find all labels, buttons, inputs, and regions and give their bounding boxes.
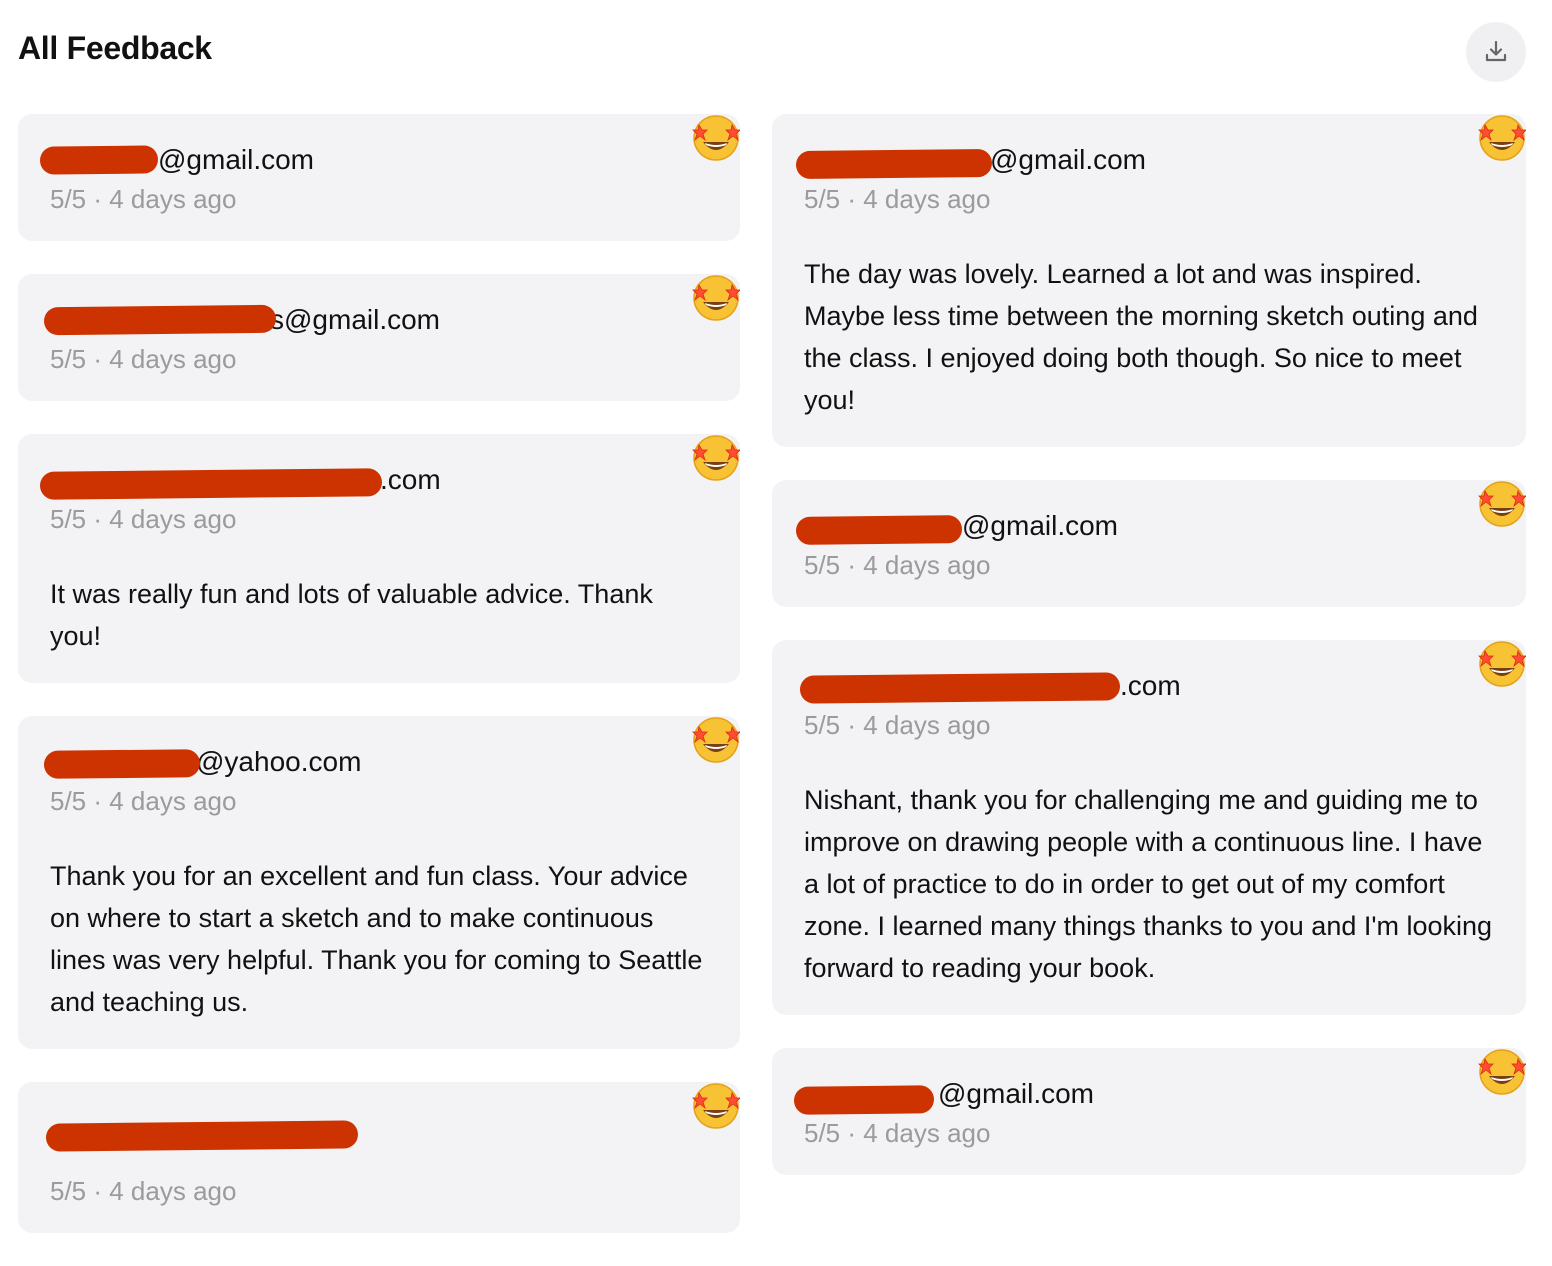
page-title: All Feedback xyxy=(18,30,212,66)
page-header: All Feedback xyxy=(18,22,1526,82)
email-row: @gmail.com xyxy=(795,504,1494,548)
star-struck-emoji-icon xyxy=(692,275,740,321)
feedback-card[interactable]: 5/5 · 4 days ago xyxy=(18,1082,740,1233)
redaction-mark xyxy=(39,145,159,175)
email-address: @gmail.com xyxy=(938,1078,1095,1109)
feedback-comment: It was really fun and lots of valuable a… xyxy=(50,579,653,651)
rating-meta: 5/5 · 4 days ago xyxy=(50,504,237,534)
redaction-mark xyxy=(793,1085,935,1115)
feedback-comment: Thank you for an excellent and fun class… xyxy=(50,861,703,1017)
email-row: s@gmail.com xyxy=(43,298,708,342)
email-address: @gmail.com xyxy=(158,144,315,175)
redaction-mark xyxy=(795,148,993,180)
rating-meta: 5/5 · 4 days ago xyxy=(50,1176,237,1206)
feedback-card[interactable]: s@gmail.com 5/5 · 4 days ago xyxy=(18,274,740,401)
star-struck-emoji-icon xyxy=(692,1083,740,1129)
feedback-column-left: @gmail.com 5/5 · 4 days ago s@gmail.com … xyxy=(18,114,740,1266)
feedback-card[interactable]: @gmail.com 5/5 · 4 days ago xyxy=(772,1048,1526,1175)
star-struck-emoji-icon xyxy=(692,717,740,763)
feedback-card[interactable]: @gmail.com 5/5 · 4 days ago xyxy=(18,114,740,241)
feedback-card[interactable]: @gmail.com 5/5 · 4 days ago The day was … xyxy=(772,114,1526,447)
rating-meta: 5/5 · 4 days ago xyxy=(50,184,237,214)
feedback-column-right: @gmail.com 5/5 · 4 days ago The day was … xyxy=(772,114,1526,1208)
rating-meta: 5/5 · 4 days ago xyxy=(804,1118,991,1148)
rating-meta: 5/5 · 4 days ago xyxy=(50,786,237,816)
email-address: @yahoo.com xyxy=(196,746,362,777)
star-struck-emoji-icon xyxy=(1478,481,1526,527)
rating-meta: 5/5 · 4 days ago xyxy=(804,710,991,740)
redaction-mark xyxy=(799,672,1121,704)
download-icon xyxy=(1485,40,1507,62)
redaction-mark xyxy=(45,1120,359,1152)
email-address: @gmail.com xyxy=(962,510,1119,541)
star-struck-emoji-icon xyxy=(1478,1049,1526,1095)
email-row: @gmail.com xyxy=(795,138,1494,182)
star-struck-emoji-icon xyxy=(692,435,740,481)
star-struck-emoji-icon xyxy=(1478,115,1526,161)
email-row: .com xyxy=(799,664,1494,708)
email-address: .com xyxy=(1120,670,1181,701)
feedback-comment: The day was lovely. Learned a lot and wa… xyxy=(804,259,1478,415)
feedback-card[interactable]: @yahoo.com 5/5 · 4 days ago Thank you fo… xyxy=(18,716,740,1049)
email-row: .com xyxy=(39,458,708,502)
email-address: .com xyxy=(380,464,441,495)
star-struck-emoji-icon xyxy=(1478,641,1526,687)
feedback-card[interactable]: .com 5/5 · 4 days ago It was really fun … xyxy=(18,434,740,683)
download-button[interactable] xyxy=(1466,22,1526,82)
redaction-mark xyxy=(795,515,963,545)
email-row: @yahoo.com xyxy=(43,740,708,784)
email-address: s@gmail.com xyxy=(270,304,441,335)
email-row xyxy=(45,1106,708,1152)
redaction-mark xyxy=(43,304,277,336)
feedback-card[interactable]: .com 5/5 · 4 days ago Nishant, thank you… xyxy=(772,640,1526,1015)
feedback-card[interactable]: @gmail.com 5/5 · 4 days ago xyxy=(772,480,1526,607)
star-struck-emoji-icon xyxy=(692,115,740,161)
redaction-mark xyxy=(43,749,201,779)
email-address: @gmail.com xyxy=(990,144,1147,175)
email-row: @gmail.com xyxy=(39,138,708,182)
rating-meta: 5/5 · 4 days ago xyxy=(804,550,991,580)
email-row: @gmail.com xyxy=(793,1072,1494,1116)
rating-meta: 5/5 · 4 days ago xyxy=(50,344,237,374)
feedback-comment: Nishant, thank you for challenging me an… xyxy=(804,785,1493,983)
rating-meta: 5/5 · 4 days ago xyxy=(804,184,991,214)
redaction-mark xyxy=(39,468,383,500)
